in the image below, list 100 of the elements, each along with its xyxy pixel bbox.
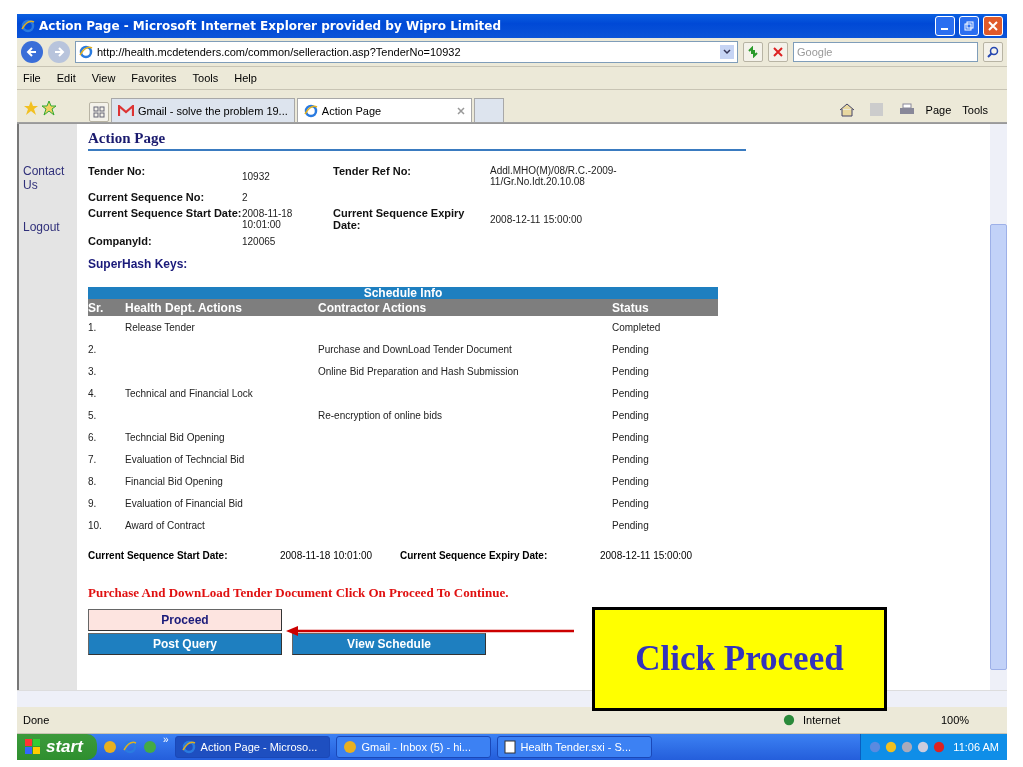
table-cell-text: Pending: [612, 475, 650, 487]
table-cell-text: Pending: [612, 519, 650, 531]
command-menu[interactable]: Tools: [962, 104, 988, 116]
app-icon: [143, 740, 157, 754]
table-cell-text: Pending: [612, 409, 650, 421]
menu-item[interactable]: Tools: [192, 72, 219, 84]
grid-icon: [93, 106, 105, 118]
start-button[interactable]: start: [17, 734, 97, 760]
date-label: Current Sequence Start Date:: [88, 550, 229, 561]
table-cell-text: Pending: [612, 453, 650, 465]
browser-tab[interactable]: Gmail - solve the problem 19...: [111, 98, 295, 122]
menu-item[interactable]: File: [23, 72, 41, 84]
table-cell-text: Pending: [612, 387, 650, 399]
table-header: Sr. Health Dept. Actions Contractor Actions Status: [88, 299, 718, 316]
sidebar-link[interactable]: Contact Us: [23, 164, 77, 192]
dropdown-icon[interactable]: [720, 45, 734, 59]
zone-text: Internet: [803, 714, 842, 726]
back-button[interactable]: [21, 41, 43, 63]
table-cell-text: 6.: [88, 431, 98, 443]
restore-icon: [964, 21, 974, 31]
menu-item[interactable]: Edit: [56, 72, 76, 84]
table-cell-text: 1.: [88, 321, 98, 333]
sidebar-link[interactable]: Logout: [23, 220, 77, 234]
field-value: Addl.MHO(M)/08/R.C.-2009-11/Gr.No.Idt.20.10.08: [490, 165, 618, 187]
vertical-scrollbar[interactable]: [990, 124, 1007, 690]
taskbar-item[interactable]: Action Page - Microso...: [174, 736, 330, 758]
taskbar-item[interactable]: Health Tender.sxi - S...: [496, 736, 652, 758]
tray-icon: [869, 741, 882, 753]
e-logo-icon: [123, 740, 137, 754]
window-title: Action Page - Microsoft Internet Explorer provided by Wipro Limited: [39, 19, 503, 33]
e-logo-icon: [303, 103, 318, 118]
mail-icon: [118, 104, 134, 117]
field-value: 2008-11-18 10:01:00: [242, 208, 294, 230]
action-button[interactable]: View Schedule: [292, 633, 486, 655]
clock: 11:06 AM: [953, 741, 999, 753]
table-cell-text: Release Tender: [125, 321, 196, 333]
table-cell-text: Technical and Financial Lock: [125, 387, 254, 399]
address-field[interactable]: http://health.mcdetenders.com/common/selleraction.asp?TenderNo=10932: [75, 41, 738, 63]
taskbar-item[interactable]: Gmail - Inbox (5) - hi...: [335, 736, 491, 758]
table-cell-text: Financial Bid Opening: [125, 475, 224, 487]
e-logo-icon: [79, 45, 93, 59]
section-label: SuperHash Keys:: [88, 257, 189, 271]
printer-icon[interactable]: [898, 103, 915, 117]
table-cell-text: 9.: [88, 497, 98, 509]
table-title: Schedule Info: [88, 287, 718, 299]
menu-item[interactable]: View: [91, 72, 116, 84]
table-cell-text: Pending: [612, 365, 650, 377]
menu-item[interactable]: Favorites: [131, 72, 177, 84]
table-cell-text: 5.: [88, 409, 98, 421]
forward-button[interactable]: [48, 41, 70, 63]
e-logo-icon: [181, 740, 196, 754]
browser-tab[interactable]: Action Page: [296, 98, 472, 122]
action-button[interactable]: Proceed: [88, 609, 282, 631]
notice-text: Purchase And DownLoad Tender Document Click On Proceed To Continue.: [88, 585, 510, 601]
page-heading: Action Page: [88, 130, 746, 151]
table-cell-text: Completed: [612, 321, 662, 333]
table-cell-text: Pending: [612, 497, 650, 509]
field-value: 10932: [242, 170, 271, 182]
table-cell-text: Pending: [612, 431, 650, 443]
field-value: 2008-12-11 15:00:00: [490, 213, 584, 225]
date-label: Current Sequence Expiry Date:: [400, 550, 549, 561]
action-button[interactable]: Post Query: [88, 633, 282, 655]
table-cell-text: Techncial Bid Opening: [125, 431, 226, 443]
e-logo-icon: [21, 19, 35, 33]
search-button[interactable]: [983, 42, 1003, 62]
field-label: Current Sequence Expiry Date:: [333, 207, 466, 231]
status-text: Done: [23, 714, 51, 726]
field-label: Tender No:: [88, 165, 147, 179]
field-label: CompanyId:: [88, 235, 153, 247]
stop-icon: [773, 47, 783, 57]
star-icon[interactable]: [23, 100, 39, 116]
zoom-level[interactable]: 100%: [941, 714, 1001, 726]
right-arrow-icon: [53, 46, 65, 58]
refresh-button[interactable]: [743, 42, 763, 62]
left-arrow-icon: [26, 46, 38, 58]
minimize-button[interactable]: [935, 16, 955, 36]
table-cell-text: Evaluation of Techncial Bid: [125, 453, 246, 465]
tab-list-button[interactable]: [89, 102, 109, 122]
command-menu[interactable]: Page: [925, 104, 952, 116]
callout-tooltip: Click Proceed: [592, 607, 887, 711]
new-tab-button[interactable]: [473, 98, 504, 122]
close-button[interactable]: [983, 16, 1003, 36]
field-label: Current Sequence Start Date:: [88, 207, 242, 221]
home-icon[interactable]: [838, 103, 855, 117]
field-value: 2: [242, 191, 249, 203]
table-cell-text: 3.: [88, 365, 98, 377]
stop-button[interactable]: [768, 42, 788, 62]
more-button[interactable]: »: [163, 734, 169, 745]
table-cell-text: Re-encryption of online bids: [318, 409, 443, 421]
menu-item[interactable]: Help: [234, 72, 257, 84]
field-value: 120065: [242, 235, 277, 247]
refresh-icon: [747, 46, 759, 58]
table-cell-text: 4.: [88, 387, 98, 399]
search-icon: [987, 46, 999, 58]
close-icon: [988, 21, 998, 31]
table-cell-text: 2.: [88, 343, 98, 355]
restore-button[interactable]: [959, 16, 979, 36]
search-field[interactable]: Google: [793, 42, 978, 62]
add-favorite-icon[interactable]: [41, 100, 57, 116]
close-icon[interactable]: [456, 106, 465, 115]
